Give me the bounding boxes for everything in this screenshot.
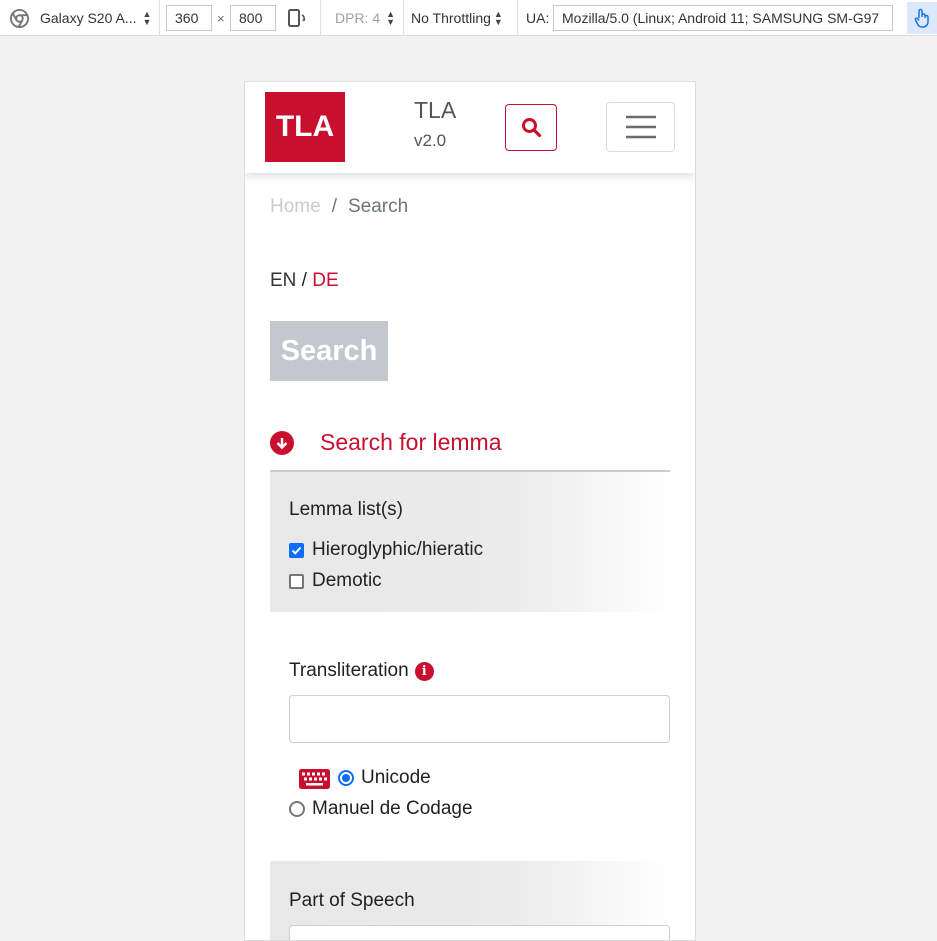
radio-unselected-icon[interactable] — [289, 801, 305, 817]
device-select[interactable]: Galaxy S20 A... ▲ ▼ — [40, 0, 156, 36]
info-icon[interactable]: i — [414, 661, 434, 681]
radio-label: Manuel de Codage — [312, 798, 473, 819]
brand-title[interactable]: TLA — [414, 97, 456, 124]
throttle-select[interactable]: No Throttling ▲ ▼ — [411, 0, 515, 36]
ua-label: UA: — [526, 10, 550, 26]
navbar: TLA TLA v2.0 — [245, 82, 695, 173]
part-of-speech-select[interactable] — [289, 925, 670, 940]
breadcrumb-separator: / — [331, 196, 337, 217]
lang-en: EN — [270, 270, 297, 291]
lemma-lists-group: Lemma list(s) Hieroglyphic/hieratic Demo… — [270, 472, 670, 612]
rotate-icon[interactable] — [286, 0, 310, 36]
checkbox-demotic[interactable]: Demotic — [289, 570, 382, 592]
width-input[interactable]: 360 — [166, 5, 212, 31]
search-lemma-toggle[interactable]: Search for lemma — [270, 426, 670, 472]
transliteration-input[interactable] — [289, 695, 670, 743]
height-input[interactable]: 800 — [230, 5, 276, 31]
chrome-icon — [10, 0, 30, 36]
breadcrumb-home-link[interactable]: Home — [270, 196, 321, 218]
tla-logo[interactable]: TLA — [265, 92, 345, 162]
updown-arrows-icon: ▲ ▼ — [493, 9, 503, 27]
search-icon — [521, 118, 541, 138]
device-select-label: Galaxy S20 A... — [40, 10, 137, 26]
breadcrumb-current: Search — [347, 196, 409, 217]
throttle-label: No Throttling — [411, 10, 491, 26]
updown-arrows-icon: ▲ ▼ — [142, 9, 152, 27]
times-sign: × — [217, 10, 225, 26]
checkbox-unchecked-icon[interactable] — [289, 573, 304, 589]
lemma-lists-title: Lemma list(s) — [289, 499, 404, 520]
divider — [403, 0, 404, 36]
user-agent-input[interactable]: Mozilla/5.0 (Linux; Android 11; SAMSUNG … — [553, 5, 893, 31]
page-title: Search — [270, 321, 388, 381]
checkbox-label: Demotic — [312, 570, 382, 591]
language-switcher: EN / DE — [270, 270, 339, 292]
devtools-toolbar: Galaxy S20 A... ▲ ▼ 360 × 800 DPR: 4 ▲ ▼ N… — [0, 0, 937, 36]
menu-toggle-button[interactable] — [606, 102, 675, 152]
divider — [159, 0, 160, 36]
dpr-select[interactable]: DPR: 4 ▲ ▼ — [335, 0, 401, 36]
touch-icon[interactable] — [907, 2, 937, 34]
dpr-label: DPR: 4 — [335, 10, 381, 26]
divider — [517, 0, 518, 36]
keyboard-icon[interactable] — [299, 769, 330, 789]
checkbox-label: Hieroglyphic/hieratic — [312, 539, 484, 560]
arrow-down-circle-icon — [270, 431, 294, 455]
breadcrumb: Home / Search — [270, 196, 408, 218]
checkbox-checked-icon[interactable] — [289, 542, 304, 558]
hamburger-icon — [625, 115, 656, 139]
radio-label: Unicode — [361, 767, 431, 788]
device-viewport: TLA TLA v2.0 Home / Search EN / DE Searc… — [244, 81, 696, 941]
brand-version: v2.0 — [414, 131, 447, 150]
section-title: Search for lemma — [320, 429, 502, 455]
radio-selected-icon[interactable] — [338, 770, 354, 786]
checkbox-hieroglyphic[interactable]: Hieroglyphic/hieratic — [289, 539, 483, 561]
transliteration-label: Transliteration i — [289, 660, 434, 682]
search-button[interactable] — [505, 104, 557, 151]
radio-unicode[interactable]: Unicode — [338, 767, 431, 789]
divider — [320, 0, 321, 36]
part-of-speech-group: Part of Speech — [270, 861, 670, 940]
part-of-speech-label: Part of Speech — [289, 890, 415, 911]
radio-manuel-de-codage[interactable]: Manuel de Codage — [289, 798, 473, 820]
lang-separator: / — [296, 270, 313, 291]
lang-de-link[interactable]: DE — [312, 270, 338, 291]
updown-arrows-icon: ▲ ▼ — [386, 9, 396, 27]
transliteration-label-text: Transliteration — [289, 660, 409, 681]
